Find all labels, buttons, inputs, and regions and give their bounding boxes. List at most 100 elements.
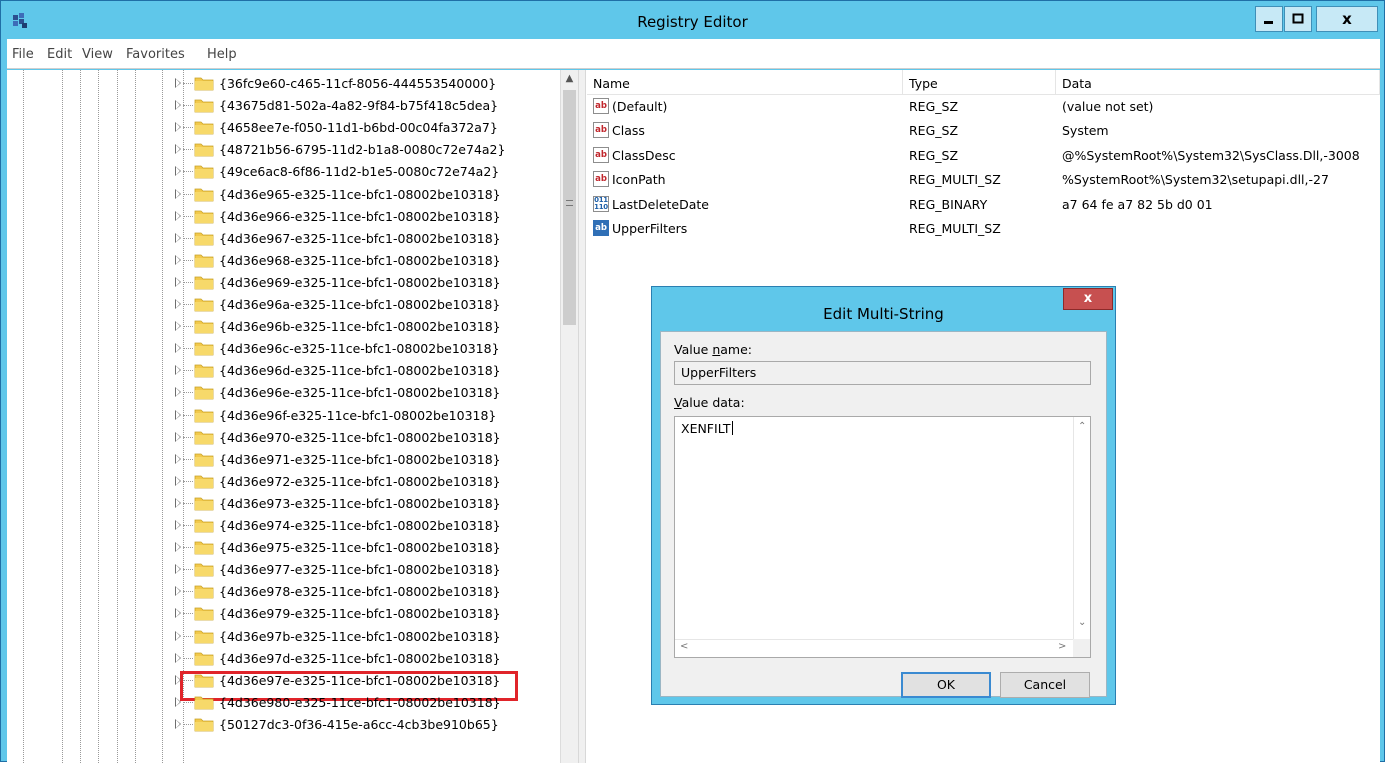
tree-item[interactable]: {48721b56-6795-11d2-b1a8-0080c72e74a2} — [7, 139, 560, 161]
tree-item[interactable]: {4658ee7e-f050-11d1-b6bd-00c04fa372a7} — [7, 117, 560, 139]
tree-item[interactable]: {4d36e980-e325-11ce-bfc1-08002be10318} — [7, 692, 560, 714]
tree-item-label: {4d36e965-e325-11ce-bfc1-08002be10318} — [219, 186, 501, 202]
menu-favorites[interactable]: Favorites — [126, 47, 185, 62]
expand-arrow-icon[interactable] — [175, 365, 181, 376]
tree-item[interactable]: {4d36e97e-e325-11ce-bfc1-08002be10318} — [7, 670, 560, 692]
scroll-up-arrow-icon[interactable]: ⌃ — [1078, 421, 1086, 432]
expand-arrow-icon[interactable] — [175, 166, 181, 177]
expand-arrow-icon[interactable] — [175, 100, 181, 111]
value-row[interactable]: 011 110 LastDeleteDate REG_BINARY a7 64 fe … — [587, 193, 1380, 217]
expand-arrow-icon[interactable] — [175, 497, 181, 508]
tree-item[interactable]: {50127dc3-0f36-415e-a6cc-4cb3be910b65} — [7, 714, 560, 736]
expand-arrow-icon[interactable] — [175, 475, 181, 486]
scroll-right-arrow-icon[interactable]: > — [1058, 641, 1066, 652]
maximize-button[interactable] — [1284, 6, 1312, 32]
expand-arrow-icon[interactable] — [175, 276, 181, 287]
scroll-down-arrow-icon[interactable]: ⌄ — [1078, 617, 1086, 628]
textarea-vertical-scrollbar[interactable]: ⌃ ⌄ — [1073, 417, 1090, 639]
tree-item[interactable]: {4d36e971-e325-11ce-bfc1-08002be10318} — [7, 449, 560, 471]
value-name-field[interactable]: UpperFilters — [674, 361, 1091, 385]
expand-arrow-icon[interactable] — [175, 674, 181, 685]
tree-item[interactable]: {43675d81-502a-4a82-9f84-b75f418c5dea} — [7, 95, 560, 117]
folder-icon — [194, 188, 214, 201]
menu-help[interactable]: Help — [207, 47, 237, 62]
value-type: REG_MULTI_SZ — [909, 172, 1001, 188]
tree-item[interactable]: {4d36e96f-e325-11ce-bfc1-08002be10318} — [7, 405, 560, 427]
expand-arrow-icon[interactable] — [175, 431, 181, 442]
expand-arrow-icon[interactable] — [175, 453, 181, 464]
tree-item[interactable]: {4d36e977-e325-11ce-bfc1-08002be10318} — [7, 559, 560, 581]
pane-splitter[interactable] — [578, 70, 586, 763]
tree-item[interactable]: {4d36e972-e325-11ce-bfc1-08002be10318} — [7, 471, 560, 493]
scroll-up-arrow-icon[interactable]: ▲ — [561, 70, 578, 88]
tree-item[interactable]: {4d36e96b-e325-11ce-bfc1-08002be10318} — [7, 316, 560, 338]
expand-arrow-icon[interactable] — [175, 321, 181, 332]
tree-connector — [183, 259, 193, 261]
tree-item[interactable]: {4d36e978-e325-11ce-bfc1-08002be10318} — [7, 581, 560, 603]
column-header-name[interactable]: Name — [587, 70, 903, 95]
value-row[interactable]: ab UpperFilters REG_MULTI_SZ — [587, 217, 1380, 241]
tree-item[interactable]: {4d36e96a-e325-11ce-bfc1-08002be10318} — [7, 294, 560, 316]
tree-item[interactable]: {4d36e973-e325-11ce-bfc1-08002be10318} — [7, 493, 560, 515]
tree-item[interactable]: {4d36e967-e325-11ce-bfc1-08002be10318} — [7, 228, 560, 250]
ok-button[interactable]: OK — [901, 672, 991, 698]
tree-item[interactable]: {4d36e974-e325-11ce-bfc1-08002be10318} — [7, 515, 560, 537]
value-data-textarea[interactable]: XENFILT ⌃ ⌄ < > — [674, 416, 1091, 658]
expand-arrow-icon[interactable] — [175, 343, 181, 354]
menu-file[interactable]: File — [12, 47, 34, 62]
scroll-left-arrow-icon[interactable]: < — [680, 641, 688, 652]
minimize-button[interactable] — [1255, 6, 1283, 32]
expand-arrow-icon[interactable] — [175, 696, 181, 707]
textarea-horizontal-scrollbar[interactable]: < > — [675, 639, 1073, 657]
title-bar[interactable]: Registry Editor x — [1, 1, 1384, 39]
tree-item-label: {4d36e968-e325-11ce-bfc1-08002be10318} — [219, 252, 501, 268]
tree-item[interactable]: {4d36e966-e325-11ce-bfc1-08002be10318} — [7, 206, 560, 228]
expand-arrow-icon[interactable] — [175, 78, 181, 88]
tree-item[interactable]: {4d36e975-e325-11ce-bfc1-08002be10318} — [7, 537, 560, 559]
expand-arrow-icon[interactable] — [175, 542, 181, 553]
expand-arrow-icon[interactable] — [175, 564, 181, 575]
expand-arrow-icon[interactable] — [175, 652, 181, 663]
tree-item[interactable]: {4d36e96c-e325-11ce-bfc1-08002be10318} — [7, 338, 560, 360]
expand-arrow-icon[interactable] — [175, 630, 181, 641]
tree-connector — [183, 502, 193, 504]
cancel-button[interactable]: Cancel — [1000, 672, 1090, 698]
tree-item[interactable]: {36fc9e60-c465-11cf-8056-444553540000} — [7, 73, 560, 95]
tree-item[interactable]: {4d36e96e-e325-11ce-bfc1-08002be10318} — [7, 382, 560, 404]
value-row[interactable]: ab Class REG_SZ System — [587, 119, 1380, 143]
value-row[interactable]: ab IconPath REG_MULTI_SZ %SystemRoot%\Syste… — [587, 168, 1380, 192]
expand-arrow-icon[interactable] — [175, 718, 181, 729]
expand-arrow-icon[interactable] — [175, 254, 181, 265]
expand-arrow-icon[interactable] — [175, 520, 181, 530]
tree-item[interactable]: {4d36e965-e325-11ce-bfc1-08002be10318} — [7, 184, 560, 206]
expand-arrow-icon[interactable] — [175, 387, 181, 398]
tree-item[interactable]: {4d36e968-e325-11ce-bfc1-08002be10318} — [7, 250, 560, 272]
scrollbar-thumb[interactable] — [563, 90, 576, 325]
expand-arrow-icon[interactable] — [175, 299, 181, 309]
close-button[interactable]: x — [1316, 6, 1378, 32]
key-tree[interactable]: {36fc9e60-c465-11cf-8056-444553540000} {4… — [7, 70, 560, 763]
tree-item[interactable]: {4d36e970-e325-11ce-bfc1-08002be10318} — [7, 427, 560, 449]
tree-scrollbar[interactable]: ▲ — [560, 70, 578, 763]
menu-view[interactable]: View — [82, 47, 113, 62]
expand-arrow-icon[interactable] — [175, 232, 181, 243]
expand-arrow-icon[interactable] — [175, 144, 181, 155]
expand-arrow-icon[interactable] — [175, 409, 181, 420]
column-header-type[interactable]: Type — [903, 70, 1056, 95]
tree-item[interactable]: {4d36e96d-e325-11ce-bfc1-08002be10318} — [7, 360, 560, 382]
tree-item[interactable]: {4d36e97b-e325-11ce-bfc1-08002be10318} — [7, 626, 560, 648]
expand-arrow-icon[interactable] — [175, 188, 181, 199]
expand-arrow-icon[interactable] — [175, 608, 181, 619]
tree-item[interactable]: {49ce6ac8-6f86-11d2-b1e5-0080c72e74a2} — [7, 161, 560, 183]
menu-edit[interactable]: Edit — [47, 47, 72, 62]
tree-item[interactable]: {4d36e969-e325-11ce-bfc1-08002be10318} — [7, 272, 560, 294]
expand-arrow-icon[interactable] — [175, 122, 181, 133]
tree-item[interactable]: {4d36e97d-e325-11ce-bfc1-08002be10318} — [7, 648, 560, 670]
dialog-close-button[interactable]: x — [1063, 288, 1113, 310]
value-row[interactable]: ab ClassDesc REG_SZ @%SystemRoot%\System32\… — [587, 144, 1380, 168]
tree-item[interactable]: {4d36e979-e325-11ce-bfc1-08002be10318} — [7, 603, 560, 625]
expand-arrow-icon[interactable] — [175, 586, 181, 597]
value-row[interactable]: ab (Default) REG_SZ (value not set) — [587, 95, 1380, 119]
expand-arrow-icon[interactable] — [175, 210, 181, 221]
column-header-data[interactable]: Data — [1056, 70, 1380, 95]
